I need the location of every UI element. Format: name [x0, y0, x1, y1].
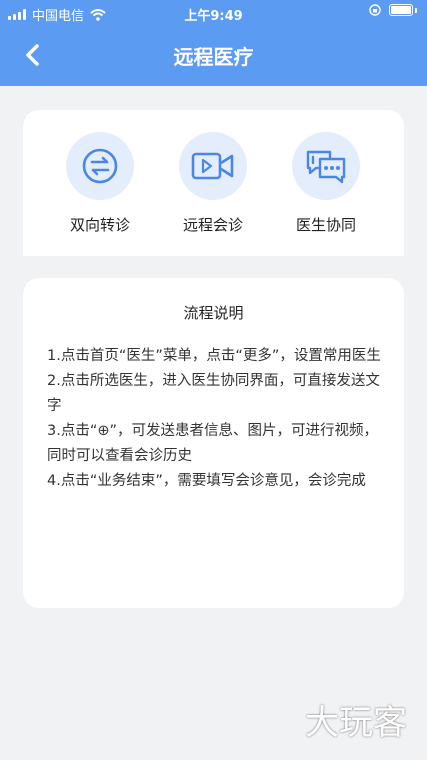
transfer-arrows-icon — [66, 132, 134, 200]
instructions-card: 流程说明 1.点击首页“医生”菜单，点击“更多”，设置常用医生 2.点击所选医生… — [23, 278, 404, 608]
battery-icon — [389, 4, 413, 16]
action-label: 远程会诊 — [182, 216, 243, 234]
doctor-collaboration-button[interactable]: 医生协同 — [271, 132, 381, 235]
action-label: 医生协同 — [295, 216, 356, 234]
instruction-step: 4.点击“业务结束”，需要填写会诊意见，会诊完成 — [47, 473, 366, 489]
watermark: 大玩客 — [305, 703, 407, 743]
header-bar: 中国电信 上午9:49 远程医疗 — [0, 0, 427, 86]
actions-card: 双向转诊 远程会诊 医生协同 — [23, 110, 404, 256]
page-title: 远程医疗 — [173, 45, 254, 69]
instruction-step: 3.点击“⊕”，可发送患者信息、图片，可进行视频，同时可以查看会诊历史 — [47, 423, 379, 464]
status-time: 上午9:49 — [184, 9, 243, 24]
instruction-step: 1.点击首页“医生”菜单，点击“更多”，设置常用医生 — [47, 348, 381, 364]
action-label: 双向转诊 — [69, 216, 130, 234]
two-way-referral-button[interactable]: 双向转诊 — [45, 132, 155, 235]
nav-bar: 远程医疗 — [0, 26, 427, 82]
remote-consultation-button[interactable]: 远程会诊 — [158, 132, 268, 235]
status-bar: 中国电信 上午9:49 — [0, 0, 427, 26]
instructions-title: 流程说明 — [183, 304, 244, 322]
instruction-step: 2.点击所选医生，进入医生协同界面，可直接发送文字 — [47, 373, 380, 414]
instructions-body: 1.点击首页“医生”菜单，点击“更多”，设置常用医生 2.点击所选医生，进入医生… — [47, 344, 384, 494]
video-camera-icon — [179, 132, 247, 200]
orientation-lock-icon — [369, 4, 381, 16]
chat-bubbles-icon — [292, 132, 360, 200]
